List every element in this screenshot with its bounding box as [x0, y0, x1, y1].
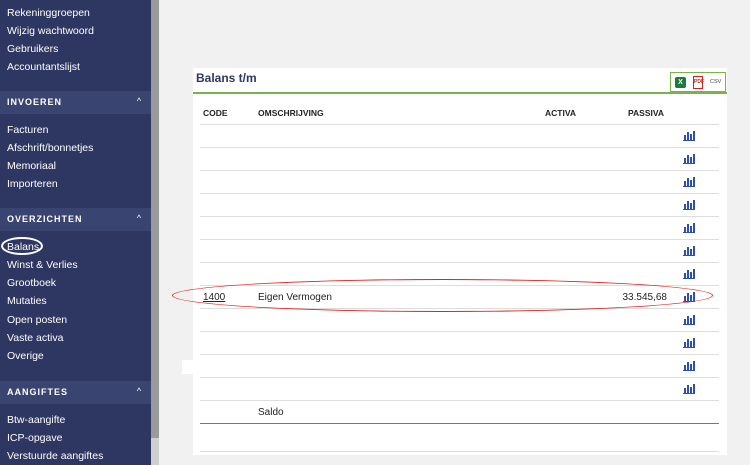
bar-chart-icon[interactable]	[683, 176, 695, 187]
row-divider	[200, 377, 719, 378]
bar-chart-icon-bar	[693, 177, 695, 186]
bar-chart-icon[interactable]	[683, 360, 695, 371]
table-bottom-divider	[200, 451, 719, 452]
sidebar-item-open-posten[interactable]: Open posten	[7, 313, 67, 327]
bar-chart-icon[interactable]	[683, 268, 695, 279]
bar-chart-icon-bar	[687, 339, 689, 347]
row-divider	[200, 239, 719, 240]
bar-chart-icon-bar	[687, 385, 689, 393]
bar-chart-icon[interactable]	[683, 130, 695, 141]
row-divider	[200, 400, 719, 401]
bar-chart-icon-bar	[687, 155, 689, 163]
sidebar-item-rekeninggroepen[interactable]: Rekeninggroepen	[7, 6, 90, 20]
bar-chart-icon-base	[683, 278, 695, 279]
bar-chart-icon[interactable]	[683, 337, 695, 348]
bar-chart-icon-base	[683, 186, 695, 187]
bar-chart-icon-bar	[693, 246, 695, 255]
sidebar-item-verstuurde-aangiftes[interactable]: Verstuurde aangiftes	[7, 449, 103, 463]
sidebar-item-icp-opgave[interactable]: ICP-opgave	[7, 431, 62, 445]
bar-chart-icon-bar	[687, 224, 689, 232]
column-header-activa: ACTIVA	[545, 108, 577, 118]
pdf-icon[interactable]: PDF	[693, 76, 704, 89]
bar-chart-icon-base	[683, 324, 695, 325]
sidebar-item-gebruikers[interactable]: Gebruikers	[7, 42, 58, 56]
bar-chart-icon-base	[683, 140, 695, 141]
sidebar-item-afschrift[interactable]: Afschrift/bonnetjes	[7, 141, 93, 155]
column-header-code: CODE	[203, 108, 228, 118]
bar-chart-icon-bar	[693, 269, 695, 278]
sidebar-item-vaste-activa[interactable]: Vaste activa	[7, 331, 63, 345]
bar-chart-icon-bar	[687, 178, 689, 186]
row-divider	[200, 331, 719, 332]
section-header-aangiftes[interactable]: AANGIFTES ^	[0, 381, 151, 404]
bar-chart-icon-bar	[687, 362, 689, 370]
chevron-up-icon[interactable]: ^	[135, 386, 143, 396]
bar-chart-icon-base	[683, 347, 695, 348]
row-divider	[200, 193, 719, 194]
bar-chart-icon-base	[683, 232, 695, 233]
section-title: OVERZICHTEN	[7, 214, 83, 224]
sidebar-item-accountantslijst[interactable]: Accountantslijst	[7, 60, 80, 74]
bar-chart-icon-base	[683, 209, 695, 210]
bar-chart-icon[interactable]	[683, 383, 695, 394]
highlight-row-annotation	[172, 279, 713, 312]
sidebar-item-overige[interactable]: Overige	[7, 349, 44, 363]
section-header-overzichten[interactable]: OVERZICHTEN ^	[0, 208, 151, 231]
highlight-circle-annotation	[1, 237, 43, 255]
section-title: INVOEREN	[7, 97, 63, 107]
bar-chart-icon-bar	[693, 131, 695, 140]
bar-chart-icon[interactable]	[683, 153, 695, 164]
bar-chart-icon-bar	[693, 338, 695, 347]
bar-chart-icon-bar	[693, 361, 695, 370]
bar-chart-icon-base	[683, 393, 695, 394]
sidebar-item-importeren[interactable]: Importeren	[7, 177, 58, 191]
bar-chart-icon-bar	[687, 316, 689, 324]
bar-chart-icon-bar	[693, 384, 695, 393]
bar-chart-icon-bar	[687, 270, 689, 278]
row-divider	[200, 147, 719, 148]
background-fragment	[182, 360, 193, 374]
bar-chart-icon-base	[683, 370, 695, 371]
bar-chart-icon-bar	[693, 200, 695, 209]
bar-chart-icon-base	[683, 163, 695, 164]
column-header-omschrijving: OMSCHRIJVING	[258, 108, 324, 118]
page-title: Balans t/m	[196, 71, 257, 85]
csv-icon[interactable]: CSV	[710, 79, 721, 85]
section-title: AANGIFTES	[7, 387, 69, 397]
header-divider	[200, 124, 719, 125]
sidebar-item-btw-aangifte[interactable]: Btw-aangifte	[7, 413, 65, 427]
row-divider	[200, 170, 719, 171]
sidebar: Rekeninggroepen Wijzig wachtwoord Gebrui…	[0, 0, 151, 465]
bar-chart-icon[interactable]	[683, 199, 695, 210]
chevron-up-icon[interactable]: ^	[135, 96, 143, 106]
bar-chart-icon-base	[683, 255, 695, 256]
chevron-up-icon[interactable]: ^	[135, 213, 143, 223]
bar-chart-icon-bar	[693, 223, 695, 232]
bar-chart-icon-bar	[687, 247, 689, 255]
sidebar-item-grootboek[interactable]: Grootboek	[7, 276, 56, 290]
bar-chart-icon-bar	[693, 315, 695, 324]
title-divider	[193, 92, 727, 94]
column-header-passiva: PASSIVA	[628, 108, 665, 118]
sidebar-item-wijzig-wachtwoord[interactable]: Wijzig wachtwoord	[7, 24, 94, 38]
bar-chart-icon[interactable]	[683, 314, 695, 325]
saldo-divider	[200, 423, 719, 424]
saldo-label: Saldo	[258, 407, 284, 418]
excel-icon[interactable]: X	[675, 77, 686, 88]
bar-chart-icon[interactable]	[683, 245, 695, 256]
row-divider	[200, 262, 719, 263]
section-header-invoeren[interactable]: INVOEREN ^	[0, 91, 151, 114]
bar-chart-icon[interactable]	[683, 222, 695, 233]
bar-chart-icon-bar	[687, 132, 689, 140]
sidebar-item-winst-verlies[interactable]: Winst & Verlies	[7, 258, 78, 272]
row-divider	[200, 216, 719, 217]
sidebar-item-facturen[interactable]: Facturen	[7, 123, 48, 137]
bar-chart-icon-bar	[687, 201, 689, 209]
sidebar-scrollbar-thumb[interactable]	[151, 0, 159, 438]
bar-chart-icon-bar	[693, 154, 695, 163]
row-divider	[200, 354, 719, 355]
sidebar-item-memoriaal[interactable]: Memoriaal	[7, 159, 56, 173]
sidebar-item-mutaties[interactable]: Mutaties	[7, 294, 47, 308]
